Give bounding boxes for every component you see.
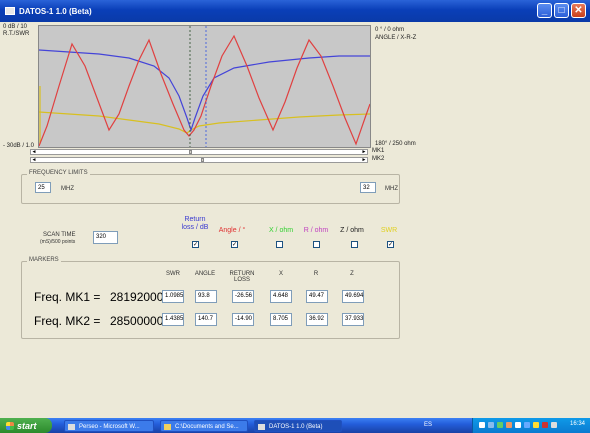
taskbar: start Perseo - Microsoft W... C:\Documen… xyxy=(0,418,590,433)
col-header-return-loss: RETURN LOSS xyxy=(229,271,255,283)
z-ohm-checkbox[interactable] xyxy=(351,241,358,248)
mk2-slider-thumb[interactable] xyxy=(201,158,204,162)
x-ohm-checkbox[interactable] xyxy=(276,241,283,248)
r-ohm-curve-label: R / ohm xyxy=(303,227,329,234)
tray-icon-7[interactable] xyxy=(533,422,539,428)
window-title: DATOS-1 1.0 (Beta) xyxy=(19,6,92,16)
mk1-slider-left-arrow[interactable]: ◄ xyxy=(31,149,37,155)
frequency-low-unit: MHZ xyxy=(61,186,74,192)
mk2-angle-field[interactable]: 140.7 xyxy=(195,313,217,326)
taskbar-item-word[interactable]: Perseo - Microsoft W... xyxy=(64,420,154,432)
mk1-slider-thumb[interactable] xyxy=(189,150,192,154)
language-indicator[interactable]: ES xyxy=(424,422,432,428)
tray-icon-5[interactable] xyxy=(515,422,521,428)
taskbar-item-label: C:\Documents and Se... xyxy=(175,424,239,430)
title-bar[interactable]: DATOS-1 1.0 (Beta) _ □ ✕ xyxy=(0,0,590,22)
return-loss-curve-label: Return loss / dB xyxy=(181,216,209,231)
mk1-swr-field[interactable]: 1.0985 xyxy=(162,290,184,303)
return-loss-checkbox[interactable]: ✓ xyxy=(192,241,199,248)
mk2-label: MK2 xyxy=(372,156,385,162)
col-header-swr: SWR xyxy=(166,271,180,277)
maximize-button[interactable]: □ xyxy=(554,3,569,18)
return-loss-trace xyxy=(39,49,370,132)
freq-mk1-label: Freq. MK1 = xyxy=(34,290,101,304)
folder-icon xyxy=(164,424,171,430)
mk1-slider[interactable]: ◄ ► xyxy=(30,149,368,155)
tray-icon-8[interactable] xyxy=(542,422,548,428)
swr-trace xyxy=(39,111,370,134)
tray-icon-4[interactable] xyxy=(506,422,512,428)
frequency-limits-group: FREQUENCY LIMITS xyxy=(21,170,400,204)
swr-curve-label: SWR xyxy=(380,227,398,234)
measurement-plot[interactable] xyxy=(38,25,371,148)
col-header-angle: ANGLE xyxy=(194,271,216,277)
mk2-slider-left-arrow[interactable]: ◄ xyxy=(31,157,37,163)
mk2-swr-field[interactable]: 1.4385 xyxy=(162,313,184,326)
col-header-x: X xyxy=(278,271,283,277)
left-axis-top-label: 0 dB / 10 xyxy=(3,24,28,30)
taskbar-item-label: DATOS-1 1.0 (Beta) xyxy=(269,424,323,430)
mk1-label: MK1 xyxy=(372,148,385,154)
mk1-x-field[interactable]: 4.648 xyxy=(270,290,292,303)
markers-title: MARKERS xyxy=(27,257,61,263)
mk2-slider[interactable]: ◄ ► xyxy=(30,157,368,163)
tray-icon-9[interactable] xyxy=(551,422,557,428)
tray-icon-2[interactable] xyxy=(488,422,494,428)
left-axis-sub-label: R.T./SWR xyxy=(3,31,30,37)
angle-checkbox[interactable]: ✓ xyxy=(231,241,238,248)
mk2-slider-right-arrow[interactable]: ► xyxy=(361,157,367,163)
app-icon xyxy=(258,424,265,430)
z-ohm-curve-label: Z / ohm xyxy=(340,227,364,234)
start-label: start xyxy=(17,420,37,431)
windows-flag-icon xyxy=(6,421,14,430)
taskbar-item-label: Perseo - Microsoft W... xyxy=(79,424,140,430)
frequency-high-unit: MHZ xyxy=(385,186,398,192)
col-header-r: R xyxy=(313,271,319,277)
r-ohm-checkbox[interactable] xyxy=(313,241,320,248)
mk2-return-loss-field[interactable]: -14.90 xyxy=(232,313,254,326)
mk2-z-field[interactable]: 37.933 xyxy=(342,313,364,326)
system-tray: 16:34 xyxy=(472,418,590,433)
angle-trace xyxy=(39,34,370,147)
mk1-slider-right-arrow[interactable]: ► xyxy=(361,149,367,155)
scan-time-label: SCAN TIME xyxy=(43,232,76,238)
right-axis-top-label: 0 ° / 0 ohm xyxy=(375,27,405,33)
taskbar-item-explorer[interactable]: C:\Documents and Se... xyxy=(160,420,248,432)
freq-mk2-label: Freq. MK2 = xyxy=(34,314,101,328)
close-button[interactable]: ✕ xyxy=(571,3,586,18)
frequency-high-input[interactable]: 32 xyxy=(360,182,376,193)
swr-checkbox[interactable]: ✓ xyxy=(387,241,394,248)
minimize-button[interactable]: _ xyxy=(537,3,552,18)
angle-curve-label: Angle / ° xyxy=(218,227,246,234)
tray-icon-1[interactable] xyxy=(479,422,485,428)
mk2-x-field[interactable]: 8.705 xyxy=(270,313,292,326)
clock: 16:34 xyxy=(569,421,585,427)
freq-mk1-value: 28192000 xyxy=(110,290,164,304)
plot-svg xyxy=(39,26,370,147)
mk1-angle-field[interactable]: 93.8 xyxy=(195,290,217,303)
scan-time-sublabel: (mS)/500 points xyxy=(40,239,76,245)
app-icon xyxy=(5,7,15,15)
tray-icon-6[interactable] xyxy=(524,422,530,428)
mk2-r-field[interactable]: 36.92 xyxy=(306,313,328,326)
taskbar-item-datos[interactable]: DATOS-1 1.0 (Beta) xyxy=(254,420,342,432)
mk1-r-field[interactable]: 49.47 xyxy=(306,290,328,303)
right-axis-sub-label: ANGLE / X-R-Z xyxy=(375,35,417,41)
word-icon xyxy=(68,424,75,430)
mk1-return-loss-field[interactable]: -26.56 xyxy=(232,290,254,303)
frequency-limits-title: FREQUENCY LIMITS xyxy=(27,170,90,176)
frequency-low-input[interactable]: 25 xyxy=(35,182,51,193)
start-button[interactable]: start xyxy=(0,418,52,433)
col-header-z: Z xyxy=(350,271,354,277)
right-axis-bottom-label: 180° / 250 ohm xyxy=(375,141,416,147)
freq-mk2-value: 28500000 xyxy=(110,314,164,328)
mk1-z-field[interactable]: 49.694 xyxy=(342,290,364,303)
x-ohm-curve-label: X / ohm xyxy=(268,227,294,234)
tray-icon-3[interactable] xyxy=(497,422,503,428)
scan-time-input[interactable]: 320 xyxy=(93,231,118,244)
